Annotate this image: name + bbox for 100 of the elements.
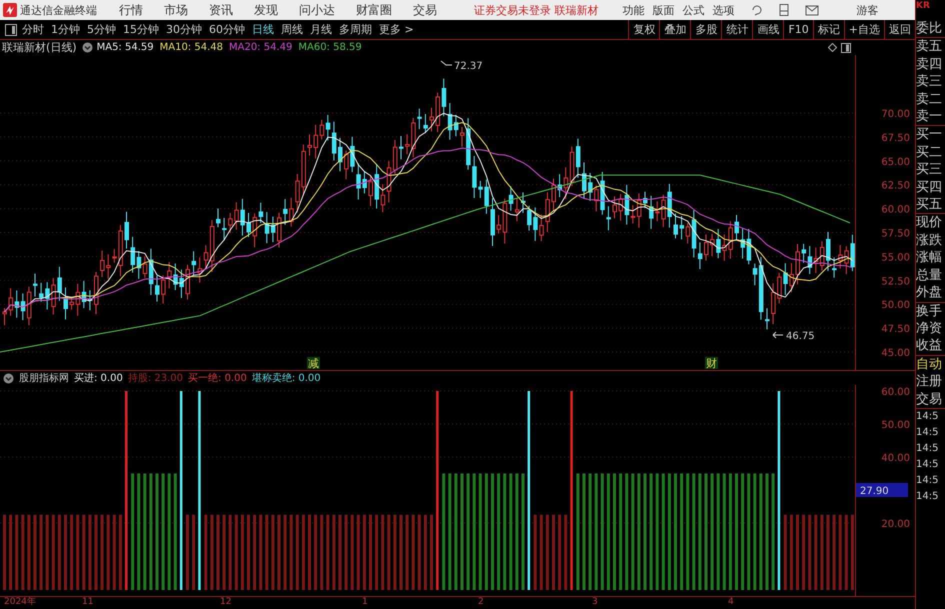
ma-value: MA60: 58.59 xyxy=(298,42,362,53)
quote-field-label: 卖五 xyxy=(916,38,943,56)
quote-field-label: 买一 xyxy=(916,126,943,144)
price-axis-label: 62.50 xyxy=(881,180,910,192)
period-tab[interactable]: 日线 xyxy=(252,22,274,37)
price-axis-label: 57.50 xyxy=(881,228,910,240)
quote-field-label: 买二 xyxy=(916,144,943,162)
trade-time: 14:5 xyxy=(916,426,940,440)
period-tab[interactable]: 更多 > xyxy=(379,22,414,37)
candlestick xyxy=(704,234,708,261)
price-axis-label: 52.50 xyxy=(881,276,910,288)
trade-time: 14:5 xyxy=(916,490,940,504)
ma-value: MA10: 54.48 xyxy=(160,42,223,53)
date-axis-label: 3 xyxy=(592,597,598,608)
indicator-value: 堪称卖绝: 0.00 xyxy=(252,372,321,385)
candlestick xyxy=(246,212,251,238)
indicator-axis-label: 20.00 xyxy=(881,519,910,530)
candlestick xyxy=(552,178,556,212)
period-tab[interactable]: 5分钟 xyxy=(87,22,116,37)
menu-item[interactable]: 市场 xyxy=(164,2,188,18)
period-tab[interactable]: 月线 xyxy=(310,22,332,37)
side-action[interactable]: 注册 xyxy=(916,373,945,391)
candlestick xyxy=(124,211,129,249)
date-axis-label: 2024年 xyxy=(4,597,36,608)
candlestick xyxy=(186,264,190,300)
trade-time: 14:5 xyxy=(916,474,940,488)
low-price-label: 46.75 xyxy=(786,331,815,342)
candlestick xyxy=(368,176,373,206)
candlestick xyxy=(826,231,830,272)
quote-field-label: 买五 xyxy=(916,196,943,214)
period-tab[interactable]: 30分钟 xyxy=(166,22,202,37)
menu-item[interactable]: 交易 xyxy=(413,2,437,18)
mail-icon[interactable] xyxy=(804,4,818,16)
candlestick xyxy=(399,135,404,160)
high-leader-line xyxy=(440,60,452,66)
candlestick xyxy=(674,213,678,239)
candlestick xyxy=(216,208,220,228)
period-tab[interactable]: 多周期 xyxy=(339,22,372,37)
indicator-axis-label: 60.00 xyxy=(881,387,910,398)
ma-value: MA5: 54.59 xyxy=(96,42,154,53)
candlestick xyxy=(33,273,38,298)
menu-item[interactable]: 选项 xyxy=(712,2,734,18)
menu-item[interactable]: 资讯 xyxy=(209,2,233,18)
indicator-value: 持股: 23.00 xyxy=(128,372,184,385)
menu-item[interactable]: 行情 xyxy=(119,2,143,18)
side-action[interactable]: 自动 xyxy=(916,356,945,374)
period-tab[interactable]: 周线 xyxy=(281,22,303,37)
quote-field-label: 委比 xyxy=(916,20,943,38)
indicator-name: 股朋指标网 xyxy=(19,372,69,385)
login-notice[interactable]: 证券交易未登录 联瑞新材 xyxy=(474,2,598,18)
quote-field-label: 换手 xyxy=(916,302,943,320)
high-price-label: 72.37 xyxy=(454,61,483,72)
period-tab[interactable]: 60分钟 xyxy=(209,22,245,37)
price-axis-label: 55.00 xyxy=(881,252,910,264)
menu-item[interactable]: 财富圈 xyxy=(356,2,392,18)
candlestick xyxy=(430,107,434,132)
indicator-value: 买进: 0.00 xyxy=(74,372,123,385)
panel-toggle-icon[interactable] xyxy=(841,42,851,52)
event-marker[interactable]: 财 xyxy=(705,357,718,370)
user-label[interactable]: 游客 xyxy=(856,2,878,18)
cursor-value-tag: 27.90 xyxy=(856,483,908,497)
quote-field-label: 现价 xyxy=(916,214,943,232)
date-axis-label: 1 xyxy=(362,597,368,608)
trade-time: 14:5 xyxy=(916,442,940,456)
stock-code: KR xyxy=(916,0,931,13)
candlestick xyxy=(734,214,739,241)
dropdown-icon[interactable] xyxy=(3,372,14,384)
trade-time: 14:5 xyxy=(916,410,940,424)
menu-item[interactable]: 问小达 xyxy=(299,2,335,18)
candlestick xyxy=(765,308,770,330)
candlestick xyxy=(277,212,282,248)
quote-field-label: 涨跌 xyxy=(916,232,943,250)
period-tab[interactable]: 1分钟 xyxy=(51,22,80,37)
candlestick xyxy=(64,287,68,320)
menu-item[interactable]: 版面 xyxy=(652,2,674,18)
stock-title: 联瑞新材(日线) xyxy=(2,40,77,55)
event-marker[interactable]: 减 xyxy=(307,357,320,370)
menu-item[interactable]: 发现 xyxy=(254,2,278,18)
candlestick xyxy=(308,134,312,156)
menu-item[interactable]: 功能 xyxy=(622,2,644,18)
side-action[interactable]: 交易 xyxy=(916,390,945,408)
panel-toggle-icon[interactable] xyxy=(5,24,17,36)
quote-field-label: 总量 xyxy=(916,266,943,284)
period-tab[interactable]: 分时 xyxy=(22,22,44,37)
indicator-value: 买一绝: 0.00 xyxy=(188,372,247,385)
price-axis-label: 70.00 xyxy=(881,109,910,120)
app-logo-icon xyxy=(3,3,17,17)
price-axis-label: 60.00 xyxy=(881,204,910,216)
period-tab[interactable]: 15分钟 xyxy=(123,22,159,37)
price-axis-label: 45.00 xyxy=(881,348,910,359)
candlestick xyxy=(490,198,495,246)
diamond-icon[interactable] xyxy=(828,43,837,52)
candlestick xyxy=(94,271,98,315)
quote-field-label: 收益 xyxy=(916,337,943,355)
price-axis-label: 65.00 xyxy=(881,156,910,168)
date-axis-label: 11 xyxy=(82,597,94,608)
dropdown-icon[interactable] xyxy=(82,42,93,53)
low-leader-line xyxy=(772,332,784,338)
quote-field-label: 买四 xyxy=(916,178,943,196)
menu-item[interactable]: 公式 xyxy=(682,2,704,18)
